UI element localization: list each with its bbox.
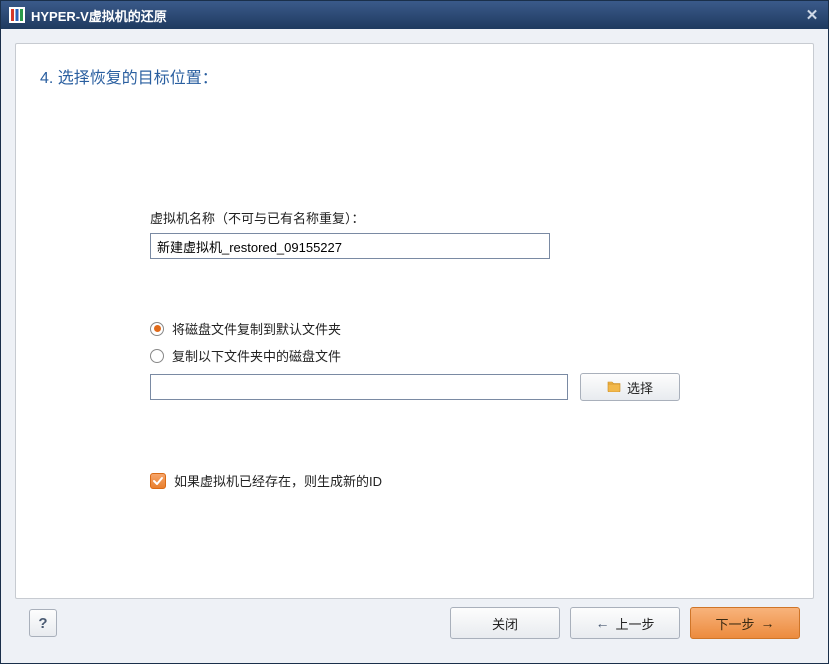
form-area: 虚拟机名称（不可与已有名称重复）： 将磁盘文件复制到默认文件夹 复制以下文件夹中… <box>150 208 710 490</box>
close-icon[interactable]: ✕ <box>802 5 822 25</box>
folder-icon <box>607 380 621 395</box>
radio-icon <box>150 349 164 363</box>
arrow-left-icon: ← <box>595 615 609 631</box>
radio-custom-folder[interactable]: 复制以下文件夹中的磁盘文件 <box>150 346 710 365</box>
prev-button-label: 上一步 <box>615 614 654 633</box>
vm-name-label: 虚拟机名称（不可与已有名称重复）： <box>150 208 710 227</box>
help-icon: ? <box>38 615 47 632</box>
footer: ? 关闭 ← 上一步 下一步 → <box>15 599 814 653</box>
main-panel: 4. 选择恢复的目标位置： 虚拟机名称（不可与已有名称重复）： 将磁盘文件复制到… <box>15 43 814 599</box>
custom-path-row: 选择 <box>150 373 710 401</box>
next-button[interactable]: 下一步 → <box>690 607 800 639</box>
close-button[interactable]: 关闭 <box>450 607 560 639</box>
prev-button[interactable]: ← 上一步 <box>570 607 680 639</box>
vm-name-input[interactable] <box>150 233 550 259</box>
generate-id-label: 如果虚拟机已经存在，则生成新的ID <box>174 471 382 490</box>
app-icon <box>9 7 25 23</box>
close-button-label: 关闭 <box>492 614 518 633</box>
checkbox-icon <box>150 473 166 489</box>
dialog-window: HYPER-V虚拟机的还原 ✕ 4. 选择恢复的目标位置： 虚拟机名称（不可与已… <box>0 0 829 664</box>
window-title: HYPER-V虚拟机的还原 <box>31 6 167 25</box>
select-folder-label: 选择 <box>627 378 653 397</box>
disk-location-radio-group: 将磁盘文件复制到默认文件夹 复制以下文件夹中的磁盘文件 <box>150 319 710 401</box>
arrow-right-icon: → <box>761 615 775 631</box>
help-button[interactable]: ? <box>29 609 57 637</box>
next-button-label: 下一步 <box>715 614 754 633</box>
radio-default-folder[interactable]: 将磁盘文件复制到默认文件夹 <box>150 319 710 338</box>
generate-id-checkbox[interactable]: 如果虚拟机已经存在，则生成新的ID <box>150 471 710 490</box>
select-folder-button[interactable]: 选择 <box>580 373 680 401</box>
step-heading: 选择恢复的目标位置： <box>58 70 218 87</box>
radio-icon <box>150 322 164 336</box>
radio-custom-folder-label: 复制以下文件夹中的磁盘文件 <box>172 346 341 365</box>
radio-default-folder-label: 将磁盘文件复制到默认文件夹 <box>172 319 341 338</box>
step-title: 4. 选择恢复的目标位置： <box>40 64 789 88</box>
custom-path-input[interactable] <box>150 374 568 400</box>
step-number: 4. <box>40 70 53 87</box>
content-area: 4. 选择恢复的目标位置： 虚拟机名称（不可与已有名称重复）： 将磁盘文件复制到… <box>1 29 828 663</box>
titlebar: HYPER-V虚拟机的还原 ✕ <box>1 1 828 29</box>
